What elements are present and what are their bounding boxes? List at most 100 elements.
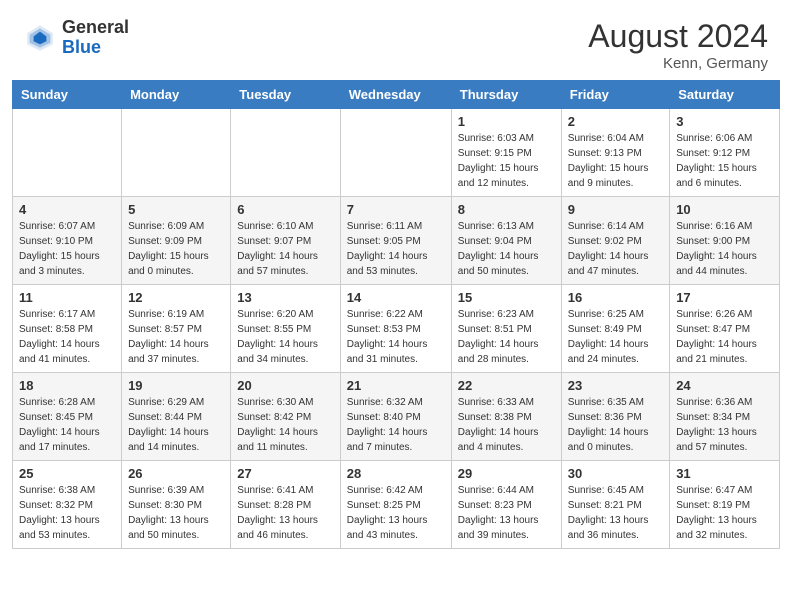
day-cell: 18 Sunrise: 6:28 AMSunset: 8:45 PMDayligh… bbox=[13, 373, 122, 461]
day-cell: 23 Sunrise: 6:35 AMSunset: 8:36 PMDayligh… bbox=[561, 373, 669, 461]
day-cell: 1Sunrise: 6:03 AMSunset: 9:15 PMDaylight… bbox=[451, 109, 561, 197]
day-number: 25 bbox=[19, 466, 115, 481]
day-info: Sunrise: 6:26 AMSunset: 8:47 PMDaylight:… bbox=[676, 307, 773, 367]
day-cell: 31Sunrise: 6:47 AMSunset: 8:19 PMDayligh… bbox=[670, 461, 780, 549]
col-friday: Friday bbox=[561, 81, 669, 109]
day-number: 12 bbox=[128, 290, 224, 305]
day-cell: 30 Sunrise: 6:45 AMSunset: 8:21 PMDayligh… bbox=[561, 461, 669, 549]
page-header: General Blue August 2024 Kenn, Germany bbox=[0, 0, 792, 80]
day-number: 22 bbox=[458, 378, 555, 393]
month-year: August 2024 bbox=[588, 18, 768, 55]
day-info: Sunrise: 6:23 AMSunset: 8:51 PMDaylight:… bbox=[458, 307, 555, 367]
day-number: 6 bbox=[237, 202, 333, 217]
day-info: Sunrise: 6:19 AMSunset: 8:57 PMDaylight:… bbox=[128, 307, 224, 367]
day-cell bbox=[340, 109, 451, 197]
logo-text: General Blue bbox=[62, 18, 129, 58]
day-cell: 2 Sunrise: 6:04 AMSunset: 9:13 PMDaylight… bbox=[561, 109, 669, 197]
day-number: 24 bbox=[676, 378, 773, 393]
day-info: Sunrise: 6:35 AMSunset: 8:36 PMDaylight:… bbox=[568, 395, 663, 455]
day-info: Sunrise: 6:38 AMSunset: 8:32 PMDaylight:… bbox=[19, 483, 115, 543]
day-number: 19 bbox=[128, 378, 224, 393]
day-cell: 3 Sunrise: 6:06 AMSunset: 9:12 PMDaylight… bbox=[670, 109, 780, 197]
day-info: Sunrise: 6:41 AMSunset: 8:28 PMDaylight:… bbox=[237, 483, 333, 543]
day-info: Sunrise: 6:06 AMSunset: 9:12 PMDaylight:… bbox=[676, 131, 773, 191]
day-info: Sunrise: 6:10 AMSunset: 9:07 PMDaylight:… bbox=[237, 219, 333, 279]
calendar-table: Sunday Monday Tuesday Wednesday Thursday… bbox=[12, 80, 780, 549]
day-info: Sunrise: 6:07 AMSunset: 9:10 PMDaylight:… bbox=[19, 219, 115, 279]
day-number: 20 bbox=[237, 378, 333, 393]
day-cell: 25 Sunrise: 6:38 AMSunset: 8:32 PMDayligh… bbox=[13, 461, 122, 549]
day-cell: 14Sunrise: 6:22 AMSunset: 8:53 PMDayligh… bbox=[340, 285, 451, 373]
day-cell: 6 Sunrise: 6:10 AMSunset: 9:07 PMDaylight… bbox=[231, 197, 340, 285]
day-cell: 17 Sunrise: 6:26 AMSunset: 8:47 PMDayligh… bbox=[670, 285, 780, 373]
day-info: Sunrise: 6:32 AMSunset: 8:40 PMDaylight:… bbox=[347, 395, 445, 455]
week-row-2: 4 Sunrise: 6:07 AMSunset: 9:10 PMDaylight… bbox=[13, 197, 780, 285]
week-row-5: 25 Sunrise: 6:38 AMSunset: 8:32 PMDayligh… bbox=[13, 461, 780, 549]
day-info: Sunrise: 6:39 AMSunset: 8:30 PMDaylight:… bbox=[128, 483, 224, 543]
day-number: 2 bbox=[568, 114, 663, 129]
day-info: Sunrise: 6:13 AMSunset: 9:04 PMDaylight:… bbox=[458, 219, 555, 279]
day-cell: 15 Sunrise: 6:23 AMSunset: 8:51 PMDayligh… bbox=[451, 285, 561, 373]
logo-blue: Blue bbox=[62, 37, 101, 57]
logo-icon bbox=[24, 22, 56, 54]
col-tuesday: Tuesday bbox=[231, 81, 340, 109]
day-info: Sunrise: 6:28 AMSunset: 8:45 PMDaylight:… bbox=[19, 395, 115, 455]
day-cell: 26Sunrise: 6:39 AMSunset: 8:30 PMDayligh… bbox=[122, 461, 231, 549]
day-number: 11 bbox=[19, 290, 115, 305]
day-number: 13 bbox=[237, 290, 333, 305]
calendar-body: 1Sunrise: 6:03 AMSunset: 9:15 PMDaylight… bbox=[13, 109, 780, 549]
week-row-3: 11Sunrise: 6:17 AMSunset: 8:58 PMDayligh… bbox=[13, 285, 780, 373]
day-number: 28 bbox=[347, 466, 445, 481]
day-info: Sunrise: 6:14 AMSunset: 9:02 PMDaylight:… bbox=[568, 219, 663, 279]
day-cell: 11Sunrise: 6:17 AMSunset: 8:58 PMDayligh… bbox=[13, 285, 122, 373]
location: Kenn, Germany bbox=[588, 55, 768, 72]
day-info: Sunrise: 6:44 AMSunset: 8:23 PMDaylight:… bbox=[458, 483, 555, 543]
day-number: 1 bbox=[458, 114, 555, 129]
col-monday: Monday bbox=[122, 81, 231, 109]
logo-general: General bbox=[62, 17, 129, 37]
day-cell bbox=[122, 109, 231, 197]
day-cell: 24 Sunrise: 6:36 AMSunset: 8:34 PMDayligh… bbox=[670, 373, 780, 461]
day-cell: 7Sunrise: 6:11 AMSunset: 9:05 PMDaylight… bbox=[340, 197, 451, 285]
day-number: 23 bbox=[568, 378, 663, 393]
day-info: Sunrise: 6:33 AMSunset: 8:38 PMDaylight:… bbox=[458, 395, 555, 455]
col-saturday: Saturday bbox=[670, 81, 780, 109]
week-row-4: 18 Sunrise: 6:28 AMSunset: 8:45 PMDayligh… bbox=[13, 373, 780, 461]
col-wednesday: Wednesday bbox=[340, 81, 451, 109]
day-info: Sunrise: 6:30 AMSunset: 8:42 PMDaylight:… bbox=[237, 395, 333, 455]
day-number: 7 bbox=[347, 202, 445, 217]
day-info: Sunrise: 6:16 AMSunset: 9:00 PMDaylight:… bbox=[676, 219, 773, 279]
day-number: 4 bbox=[19, 202, 115, 217]
day-number: 18 bbox=[19, 378, 115, 393]
day-cell: 12 Sunrise: 6:19 AMSunset: 8:57 PMDayligh… bbox=[122, 285, 231, 373]
day-cell: 9Sunrise: 6:14 AMSunset: 9:02 PMDaylight… bbox=[561, 197, 669, 285]
day-info: Sunrise: 6:45 AMSunset: 8:21 PMDaylight:… bbox=[568, 483, 663, 543]
day-cell: 21 Sunrise: 6:32 AMSunset: 8:40 PMDayligh… bbox=[340, 373, 451, 461]
day-number: 8 bbox=[458, 202, 555, 217]
day-info: Sunrise: 6:29 AMSunset: 8:44 PMDaylight:… bbox=[128, 395, 224, 455]
day-number: 10 bbox=[676, 202, 773, 217]
col-sunday: Sunday bbox=[13, 81, 122, 109]
day-number: 30 bbox=[568, 466, 663, 481]
day-cell: 28Sunrise: 6:42 AMSunset: 8:25 PMDayligh… bbox=[340, 461, 451, 549]
day-info: Sunrise: 6:04 AMSunset: 9:13 PMDaylight:… bbox=[568, 131, 663, 191]
day-number: 16 bbox=[568, 290, 663, 305]
day-info: Sunrise: 6:20 AMSunset: 8:55 PMDaylight:… bbox=[237, 307, 333, 367]
week-row-1: 1Sunrise: 6:03 AMSunset: 9:15 PMDaylight… bbox=[13, 109, 780, 197]
day-number: 17 bbox=[676, 290, 773, 305]
day-info: Sunrise: 6:36 AMSunset: 8:34 PMDaylight:… bbox=[676, 395, 773, 455]
calendar-header: Sunday Monday Tuesday Wednesday Thursday… bbox=[13, 81, 780, 109]
day-cell: 20 Sunrise: 6:30 AMSunset: 8:42 PMDayligh… bbox=[231, 373, 340, 461]
day-number: 21 bbox=[347, 378, 445, 393]
day-cell: 8 Sunrise: 6:13 AMSunset: 9:04 PMDaylight… bbox=[451, 197, 561, 285]
day-number: 5 bbox=[128, 202, 224, 217]
day-cell bbox=[231, 109, 340, 197]
col-thursday: Thursday bbox=[451, 81, 561, 109]
header-row: Sunday Monday Tuesday Wednesday Thursday… bbox=[13, 81, 780, 109]
day-cell: 27Sunrise: 6:41 AMSunset: 8:28 PMDayligh… bbox=[231, 461, 340, 549]
day-info: Sunrise: 6:47 AMSunset: 8:19 PMDaylight:… bbox=[676, 483, 773, 543]
day-number: 15 bbox=[458, 290, 555, 305]
day-number: 29 bbox=[458, 466, 555, 481]
day-cell: 16Sunrise: 6:25 AMSunset: 8:49 PMDayligh… bbox=[561, 285, 669, 373]
day-number: 3 bbox=[676, 114, 773, 129]
